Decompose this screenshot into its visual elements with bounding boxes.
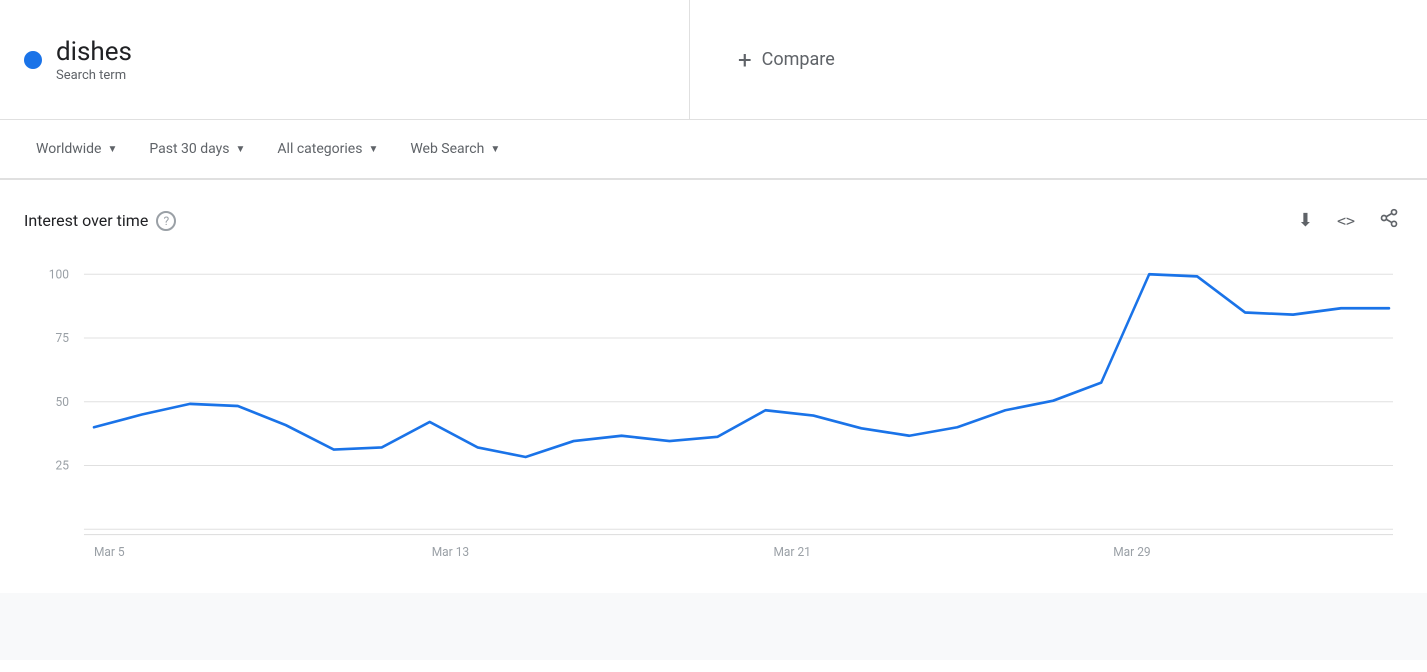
share-button[interactable] [1375, 204, 1403, 237]
search-term-type: Search term [56, 68, 126, 83]
svg-text:50: 50 [55, 396, 69, 410]
region-filter[interactable]: Worldwide ▼ [24, 133, 129, 165]
compare-label: Compare [762, 49, 835, 70]
search-type-filter[interactable]: Web Search ▼ [398, 133, 512, 165]
filters-bar: Worldwide ▼ Past 30 days ▼ All categorie… [0, 120, 1427, 180]
categories-filter[interactable]: All categories ▼ [265, 133, 390, 165]
svg-text:Mar 29: Mar 29 [1113, 546, 1151, 560]
svg-text:Mar 5: Mar 5 [94, 546, 125, 560]
svg-text:25: 25 [55, 459, 69, 473]
share-icon [1379, 212, 1399, 232]
embed-button[interactable]: <> [1333, 206, 1359, 235]
chart-container: 100 75 50 25 Mar 5 Mar 13 Mar 21 Mar 29 [24, 253, 1403, 593]
search-term-section: dishes Search term [0, 0, 690, 119]
search-term-dot [24, 51, 42, 69]
header: dishes Search term + Compare [0, 0, 1427, 120]
download-icon: ⬇ [1298, 210, 1313, 230]
search-type-chevron-icon: ▼ [490, 144, 500, 155]
time-range-filter[interactable]: Past 30 days ▼ [137, 133, 257, 165]
svg-text:Mar 21: Mar 21 [773, 546, 810, 560]
help-icon-label: ? [163, 214, 169, 228]
content-area: Interest over time ? ⬇ <> [0, 180, 1427, 660]
chart-actions: ⬇ <> [1294, 204, 1403, 237]
search-type-label: Web Search [410, 141, 484, 157]
chart-section: Interest over time ? ⬇ <> [0, 180, 1427, 593]
search-term-name: dishes [56, 37, 132, 67]
svg-text:75: 75 [55, 332, 69, 346]
chart-header: Interest over time ? ⬇ <> [24, 204, 1403, 237]
help-icon[interactable]: ? [156, 211, 176, 231]
time-chevron-icon: ▼ [236, 144, 246, 155]
chart-title-group: Interest over time ? [24, 211, 176, 231]
download-button[interactable]: ⬇ [1294, 206, 1317, 235]
compare-section: + Compare [690, 0, 1427, 119]
interest-chart: 100 75 50 25 Mar 5 Mar 13 Mar 21 Mar 29 [24, 253, 1403, 593]
compare-button[interactable]: + Compare [738, 46, 835, 74]
categories-chevron-icon: ▼ [368, 144, 378, 155]
embed-icon: <> [1337, 212, 1355, 230]
categories-label: All categories [277, 141, 362, 157]
region-chevron-icon: ▼ [107, 144, 117, 155]
chart-title: Interest over time [24, 211, 148, 230]
region-label: Worldwide [36, 141, 101, 157]
search-term-text: dishes Search term [56, 37, 132, 83]
svg-text:100: 100 [49, 268, 69, 282]
time-range-label: Past 30 days [149, 141, 229, 157]
plus-icon: + [738, 46, 752, 74]
svg-text:Mar 13: Mar 13 [432, 546, 470, 560]
